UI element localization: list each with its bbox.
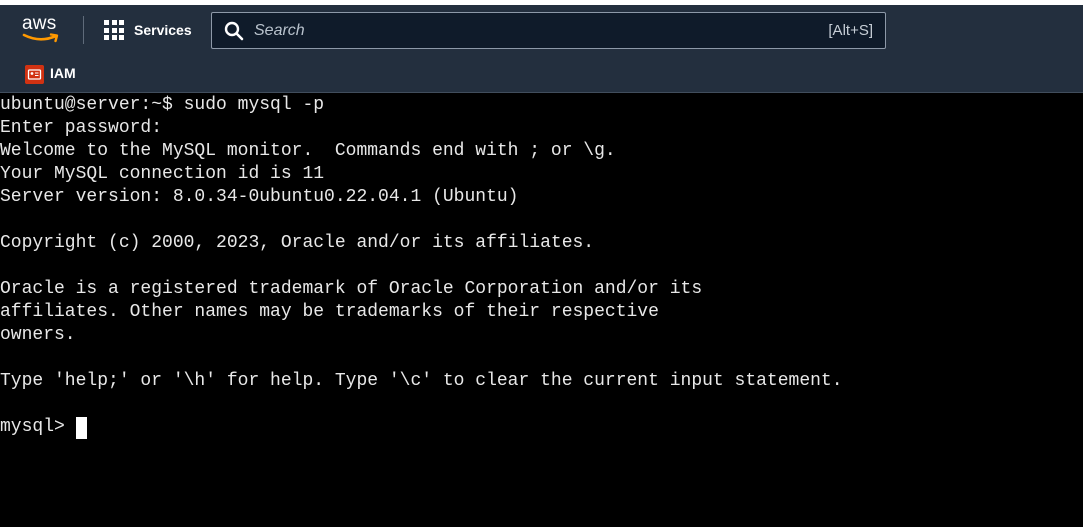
- search-icon: [224, 21, 244, 40]
- services-button[interactable]: Services: [104, 18, 192, 42]
- terminal-line: Type 'help;' or '\h' for help. Type '\c'…: [0, 371, 843, 391]
- grid-icon: [104, 20, 124, 40]
- nav-divider: [83, 16, 84, 44]
- aws-logo-icon[interactable]: aws: [22, 13, 64, 47]
- terminal-window[interactable]: ubuntu@server:~$ sudo mysql -p Enter pas…: [0, 93, 1083, 527]
- terminal-line: ubuntu@server:~$ sudo mysql -p: [0, 95, 325, 115]
- terminal-line: Oracle is a registered trademark of Orac…: [0, 279, 703, 299]
- terminal-line: Copyright (c) 2000, 2023, Oracle and/or …: [0, 233, 595, 253]
- search-shortcut-hint: [Alt+S]: [828, 22, 873, 39]
- terminal-cursor: [75, 416, 87, 439]
- mysql-prompt: mysql>: [0, 417, 65, 437]
- aws-console-navbar: aws Services [Alt+S]: [0, 5, 1083, 58]
- service-favorites-bar: IAM: [0, 58, 1083, 93]
- terminal-line: affiliates. Other names may be trademark…: [0, 302, 659, 322]
- search-bar[interactable]: [Alt+S]: [211, 12, 886, 49]
- terminal-line: Server version: 8.0.34-0ubuntu0.22.04.1 …: [0, 187, 519, 207]
- iam-service-link[interactable]: IAM: [50, 65, 76, 81]
- mysql-prompt-line[interactable]: mysql>: [0, 416, 1083, 439]
- search-input[interactable]: [254, 21, 829, 40]
- terminal-line: Welcome to the MySQL monitor. Commands e…: [0, 141, 616, 161]
- aws-smile-icon: [22, 33, 59, 43]
- terminal-line: Enter password:: [0, 118, 163, 138]
- services-label: Services: [134, 22, 192, 38]
- terminal-line: Your MySQL connection id is 11: [0, 164, 325, 184]
- terminal-line: owners.: [0, 325, 76, 345]
- iam-service-icon[interactable]: [25, 65, 44, 84]
